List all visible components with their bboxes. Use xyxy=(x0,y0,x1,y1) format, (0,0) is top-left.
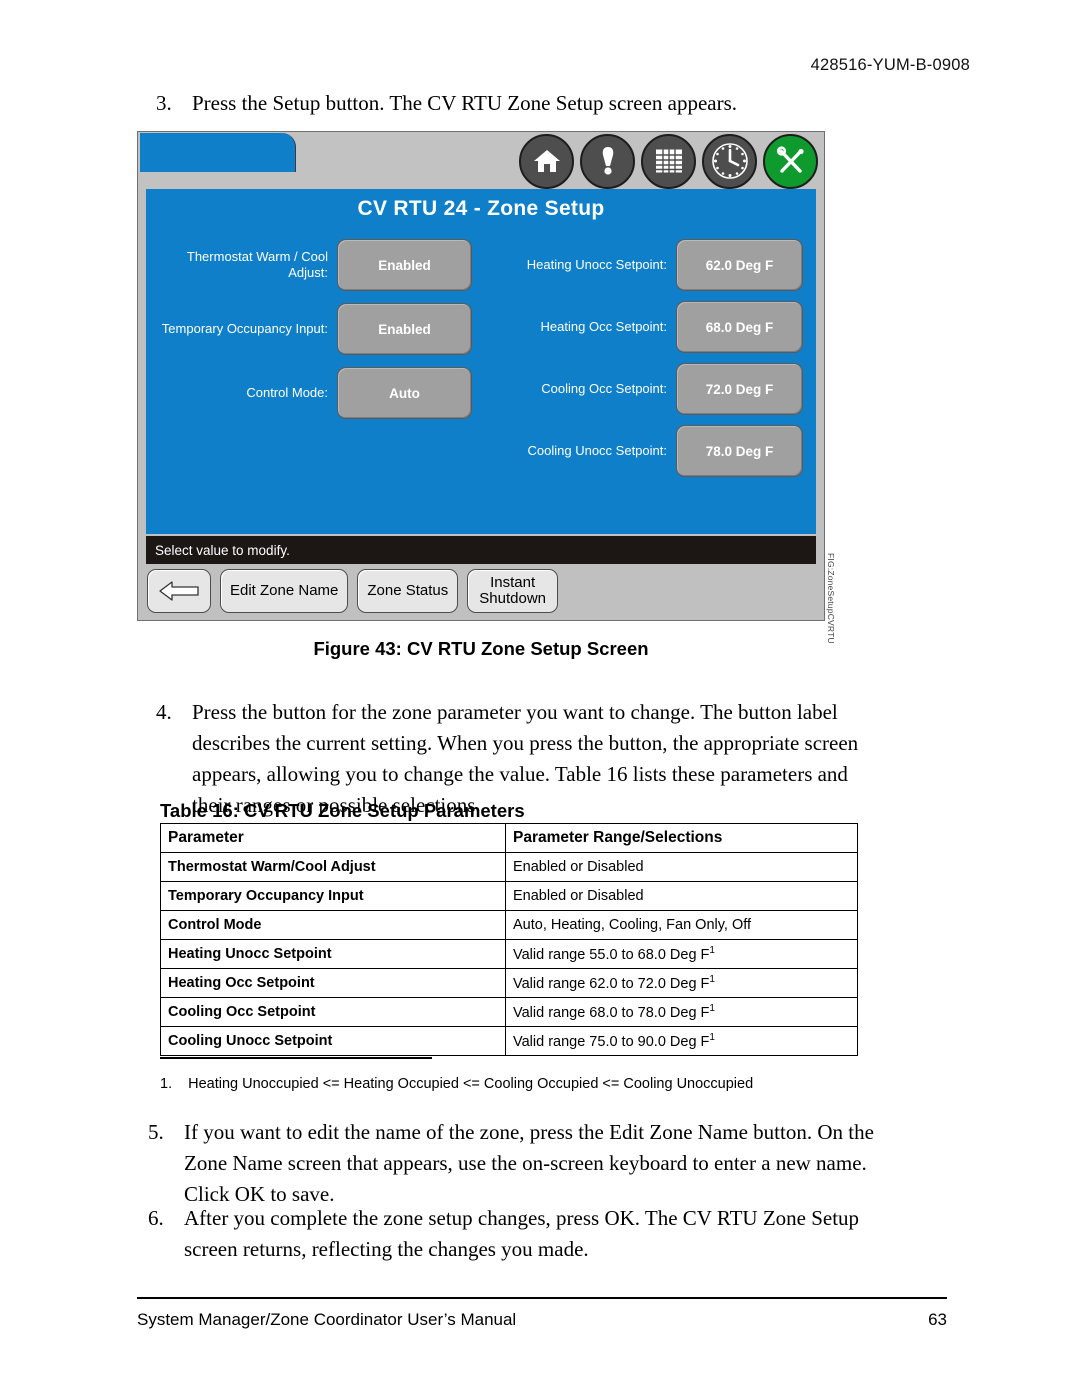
table-cell-parameter: Cooling Occ Setpoint xyxy=(160,997,506,1027)
field-label: Cooling Occ Setpoint: xyxy=(541,381,667,396)
table-header-row: Parameter Parameter Range/Selections xyxy=(160,823,858,853)
clock-icon[interactable] xyxy=(702,133,757,189)
control-mode-button[interactable]: Auto xyxy=(337,367,472,419)
table-cell-parameter: Cooling Unocc Setpoint xyxy=(160,1026,506,1056)
table-row: Cooling Occ Setpoint Valid range 68.0 to … xyxy=(160,997,858,1027)
footer-manual-title: System Manager/Zone Coordinator User’s M… xyxy=(137,1310,517,1329)
back-button[interactable] xyxy=(147,569,211,613)
column-header-parameter: Parameter xyxy=(160,823,506,853)
field-label: Temporary Occupancy Input: xyxy=(161,321,328,336)
field-heating-occ-setpoint: Heating Occ Setpoint: 68.0 Deg F xyxy=(501,301,803,353)
table-cell-range: Enabled or Disabled xyxy=(505,881,858,911)
field-temporary-occupancy-input: Temporary Occupancy Input: Enabled xyxy=(158,303,472,355)
home-icon[interactable] xyxy=(519,133,574,189)
step-5-number: 5. xyxy=(148,1120,164,1144)
step-6-number: 6. xyxy=(148,1206,164,1230)
table-title: Table 16: CV RTU Zone Setup Parameters xyxy=(160,800,525,821)
step-3-text: Press the Setup button. The CV RTU Zone … xyxy=(192,91,738,115)
step-6-text: After you complete the zone setup change… xyxy=(184,1206,860,1261)
footnote-number: 1. xyxy=(160,1076,173,1092)
device-toolbar xyxy=(138,132,824,189)
table-row: Heating Unocc Setpoint Valid range 55.0 t… xyxy=(160,939,858,969)
table-cell-parameter: Heating Occ Setpoint xyxy=(160,968,506,998)
column-header-range: Parameter Range/Selections xyxy=(505,823,858,853)
step-5: 5. If you want to edit the name of the z… xyxy=(148,1117,878,1210)
table-footnote: 1. Heating Unoccupied <= Heating Occupie… xyxy=(160,1076,753,1092)
table-cell-range: Auto, Heating, Cooling, Fan Only, Off xyxy=(505,910,858,940)
footnote-separator xyxy=(160,1057,432,1059)
parameters-table: Parameter Parameter Range/Selections The… xyxy=(160,823,858,1056)
thermostat-warm-cool-adjust-button[interactable]: Enabled xyxy=(337,239,472,291)
device-status-bar: Select value to modify. xyxy=(146,536,816,564)
footnote-marker: 1 xyxy=(709,1032,715,1044)
cooling-unocc-setpoint-button[interactable]: 78.0 Deg F xyxy=(676,425,803,477)
device-tab-active[interactable] xyxy=(140,133,296,172)
table-row: Control Mode Auto, Heating, Cooling, Fan … xyxy=(160,910,858,940)
device-toolbar-icons xyxy=(519,133,818,189)
step-6: 6. After you complete the zone setup cha… xyxy=(148,1203,878,1265)
footer-separator xyxy=(137,1297,947,1299)
figure-caption: Figure 43: CV RTU Zone Setup Screen xyxy=(313,638,649,659)
table-cell-range: Valid range 68.0 to 78.0 Deg F1 xyxy=(505,997,858,1027)
table-row: Thermostat Warm/Cool Adjust Enabled or Di… xyxy=(160,852,858,882)
heating-unocc-setpoint-button[interactable]: 62.0 Deg F xyxy=(676,239,803,291)
field-cooling-unocc-setpoint: Cooling Unocc Setpoint: 78.0 Deg F xyxy=(501,425,803,477)
step-5-text: If you want to edit the name of the zone… xyxy=(184,1120,874,1206)
temporary-occupancy-input-button[interactable]: Enabled xyxy=(337,303,472,355)
footer-page-number: 63 xyxy=(928,1310,947,1329)
field-control-mode: Control Mode: Auto xyxy=(158,367,472,419)
table-cell-range: Valid range 62.0 to 72.0 Deg F1 xyxy=(505,968,858,998)
field-label: Thermostat Warm / Cool Adjust: xyxy=(186,249,328,280)
table-cell-parameter: Temporary Occupancy Input xyxy=(160,881,506,911)
footnote-marker: 1 xyxy=(709,945,715,957)
schedule-table-icon[interactable] xyxy=(641,133,696,189)
field-label: Control Mode: xyxy=(246,385,328,400)
cooling-occ-setpoint-button[interactable]: 72.0 Deg F xyxy=(676,363,803,415)
device-screenshot-figure: CV RTU 24 - Zone Setup Thermostat Warm /… xyxy=(137,131,825,621)
table-cell-range: Valid range 55.0 to 68.0 Deg F1 xyxy=(505,939,858,969)
table-cell-parameter: Heating Unocc Setpoint xyxy=(160,939,506,969)
device-bottom-button-bar: Edit Zone Name Zone Status Instant Shutd… xyxy=(142,566,820,616)
heating-occ-setpoint-button[interactable]: 68.0 Deg F xyxy=(676,301,803,353)
device-screen-body: Thermostat Warm / Cool Adjust: Enabled T… xyxy=(146,229,816,534)
edit-zone-name-button[interactable]: Edit Zone Name xyxy=(220,569,349,613)
field-label: Heating Occ Setpoint: xyxy=(540,319,667,334)
table-cell-parameter: Thermostat Warm/Cool Adjust xyxy=(160,852,506,882)
document-code-header: 428516-YUM-B-0908 xyxy=(810,56,970,74)
table-cell-range: Valid range 75.0 to 90.0 Deg F1 xyxy=(505,1026,858,1056)
footnote-marker: 1 xyxy=(709,974,715,986)
step-3: 3. Press the Setup button. The CV RTU Zo… xyxy=(156,88,896,119)
table-row: Heating Occ Setpoint Valid range 62.0 to … xyxy=(160,968,858,998)
table-row: Temporary Occupancy Input Enabled or Disa… xyxy=(160,881,858,911)
table-cell-range: Enabled or Disabled xyxy=(505,852,858,882)
alarm-icon[interactable] xyxy=(580,133,635,189)
table-row: Cooling Unocc Setpoint Valid range 75.0 t… xyxy=(160,1026,858,1056)
footnote-text: Heating Unoccupied <= Heating Occupied <… xyxy=(188,1076,754,1092)
table-cell-parameter: Control Mode xyxy=(160,910,506,940)
instant-shutdown-button[interactable]: Instant Shutdown xyxy=(467,569,558,613)
field-heating-unocc-setpoint: Heating Unocc Setpoint: 62.0 Deg F xyxy=(501,239,803,291)
step-3-number: 3. xyxy=(156,91,172,115)
page-footer: System Manager/Zone Coordinator User’s M… xyxy=(137,1310,947,1330)
field-label: Heating Unocc Setpoint: xyxy=(526,257,667,272)
footnote-marker: 1 xyxy=(709,1003,715,1015)
device-screen-title: CV RTU 24 - Zone Setup xyxy=(146,189,816,231)
field-label: Cooling Unocc Setpoint: xyxy=(527,443,667,458)
field-cooling-occ-setpoint: Cooling Occ Setpoint: 72.0 Deg F xyxy=(501,363,803,415)
field-thermostat-warm-cool-adjust: Thermostat Warm / Cool Adjust: Enabled xyxy=(158,239,472,291)
figure-id-code: FIG:ZoneSetupCVRTU xyxy=(826,553,836,644)
tools-icon[interactable] xyxy=(763,133,818,189)
zone-status-button[interactable]: Zone Status xyxy=(357,569,459,613)
